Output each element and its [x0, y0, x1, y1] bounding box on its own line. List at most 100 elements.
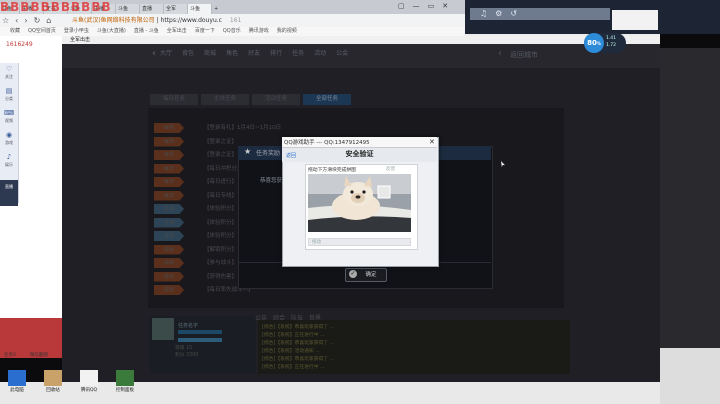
security-window-title: QQ游戏助手 --- QQ:1347912495	[284, 140, 370, 146]
app-icon	[44, 370, 62, 386]
desktop-icon[interactable]: 此电脑	[6, 370, 28, 393]
game-tab[interactable]: 排行	[270, 44, 282, 68]
sidebar-icon: ◉	[5, 131, 13, 139]
home-icon[interactable]: ⌂	[46, 14, 51, 27]
new-tab-button[interactable]: +	[212, 4, 220, 14]
app-icon	[116, 370, 134, 386]
game-tab[interactable]: 商城	[204, 44, 216, 68]
task-tag: 每周	[154, 150, 184, 160]
perf-stat-up: 1.41	[606, 36, 617, 41]
star-icon[interactable]: ☆	[2, 14, 9, 27]
browser-tab[interactable]: 斗鱼	[116, 4, 140, 14]
back-arrow-icon[interactable]: ‹	[152, 48, 156, 59]
sidebar-item[interactable]: ▤ 分类	[0, 85, 18, 107]
sidebar-item[interactable]: ♪ 娱乐	[0, 151, 18, 173]
sidebar-label: 分类	[5, 96, 13, 101]
desktop-icon[interactable]: 回收站	[42, 370, 64, 393]
sidebar-footer[interactable]: 直播	[0, 180, 18, 206]
task-tag: 每日	[154, 177, 184, 187]
reload-icon[interactable]: ↻	[34, 14, 41, 27]
back-link[interactable]: 返回	[286, 152, 296, 159]
browser-tab[interactable]: 斗鱼	[188, 4, 212, 14]
avatar[interactable]	[152, 318, 174, 340]
thumbnail-labels: 任务3 微信截图	[4, 352, 48, 358]
task-row[interactable]: 每周 【登录有礼】1月4日~1月10日	[148, 122, 488, 134]
minimize-icon[interactable]: —	[413, 0, 420, 12]
maximize-icon[interactable]: ▭	[428, 0, 435, 12]
security-title: 安全验证	[345, 150, 374, 158]
sidebar-item[interactable]: ⌨ 视频	[0, 107, 18, 129]
sidebar-item[interactable]: ♡ 关注	[0, 63, 18, 85]
feedback-link[interactable]: 反馈	[386, 166, 395, 172]
task-subtab[interactable]: 全部任务	[303, 94, 351, 105]
browser-tab[interactable]: 全军	[164, 4, 188, 14]
game-tab[interactable]: 活动	[314, 44, 326, 68]
task-desc: 【每日冲积分】	[204, 165, 243, 172]
game-window-title: 全军出击	[62, 36, 660, 44]
task-subtab[interactable]: 活动任务	[252, 94, 300, 105]
back-icon[interactable]: ‹	[15, 14, 18, 27]
bookmarks-bar: 收藏 QQ空间首页 登录小甲虫 斗鱼(大直播) 直播 - 斗鱼 全军出击 百度一下 QQ音乐腾…	[0, 27, 465, 36]
player-score: 积分 2300	[175, 353, 199, 358]
thumb-label: 微信截图	[29, 353, 48, 358]
game-tab[interactable]: 角色	[226, 44, 238, 68]
task-desc: 【登录有礼】1月4日~1月10日	[204, 125, 282, 131]
task-tag: 每周	[154, 136, 184, 147]
task-desc: 【体验积分】	[204, 219, 238, 226]
url-field[interactable]: 斗鱼(武汉)鱼网络科技有限公司 | https://www.douyu.c 16…	[72, 16, 241, 25]
bookmark-item[interactable]: 收藏	[10, 27, 20, 36]
puppy-image	[308, 174, 411, 232]
game-tab[interactable]: 好友	[248, 44, 260, 68]
bookmark-item[interactable]: 百度一下	[195, 27, 215, 36]
forward-icon[interactable]: ›	[24, 14, 27, 27]
desktop-icon[interactable]: 控制面板	[114, 370, 136, 393]
game-tab[interactable]: 任务	[292, 44, 304, 68]
task-desc: 【参与战斗】	[204, 260, 238, 266]
star-icon: ★	[244, 147, 252, 156]
bookmark-item[interactable]: 直播 - 斗鱼	[134, 27, 159, 36]
bookmark-item[interactable]: 斗鱼(大直播)	[97, 27, 126, 36]
bookmark-item[interactable]: 腾讯游戏	[249, 27, 269, 36]
right-bottom-panel	[660, 348, 720, 404]
task-tag: 成就	[154, 271, 184, 282]
exp-bar	[178, 338, 222, 342]
browser-tab[interactable]: 直播	[140, 4, 164, 14]
desktop-icon-label: 此电脑	[10, 388, 24, 393]
task-desc: 【解锁积分】	[204, 246, 238, 253]
task-subtab[interactable]: 主线任务	[201, 94, 249, 105]
refresh-icon[interactable]: ↺	[510, 8, 517, 20]
task-subtab[interactable]: 每日任务	[150, 94, 198, 105]
perf-stats: 1.41 1.72	[606, 35, 616, 49]
url-tail: 161	[229, 17, 242, 24]
sidebar-item[interactable]: ◉ 游戏	[0, 129, 18, 151]
close-icon[interactable]: ✕	[442, 0, 448, 12]
bookmark-item[interactable]: 登录小甲虫	[64, 27, 89, 36]
music-icon[interactable]: ♫	[480, 8, 487, 20]
game-tab[interactable]: 背包	[182, 44, 194, 68]
chat-line: [综合]【系统】活动通知 ...	[262, 349, 320, 354]
bookmark-item[interactable]: QQ音乐	[223, 27, 241, 36]
game-tab[interactable]: 公会	[336, 44, 348, 68]
task-tag: 每日	[154, 190, 184, 201]
task-tag: 每周	[154, 123, 184, 133]
task-desc: 【每日专线】	[204, 192, 238, 199]
close-icon[interactable]: ✕	[429, 137, 435, 147]
lobby-label[interactable]: 返回城市	[510, 50, 538, 60]
gear-icon[interactable]: ⚙	[495, 8, 502, 20]
restore-icon[interactable]: ▢	[398, 0, 405, 12]
bookmark-item[interactable]: 全军出击	[167, 27, 187, 36]
game-tab[interactable]: 大厅	[160, 44, 172, 68]
bookmark-item[interactable]: QQ空间首页	[28, 27, 56, 36]
bookmark-item[interactable]: 我的视频	[277, 27, 297, 36]
captcha-slider[interactable]: 拖动	[308, 238, 411, 246]
desktop-icon[interactable]: 腾讯QQ	[78, 370, 100, 393]
chat-line: [综合]【系统】恭喜玩家获得了 ...	[262, 341, 335, 346]
check-icon: ✓	[349, 270, 357, 278]
task-desc: 【获得伤害】	[204, 273, 238, 280]
app-icon	[80, 370, 98, 386]
desktop-icon-label: 腾讯QQ	[80, 388, 98, 393]
task-tag: 每日	[154, 163, 184, 174]
sidebar-icon: ♡	[5, 65, 13, 73]
player-level: 等级 15	[175, 346, 193, 351]
lobby-arrow-icon[interactable]: ‹	[498, 48, 502, 59]
